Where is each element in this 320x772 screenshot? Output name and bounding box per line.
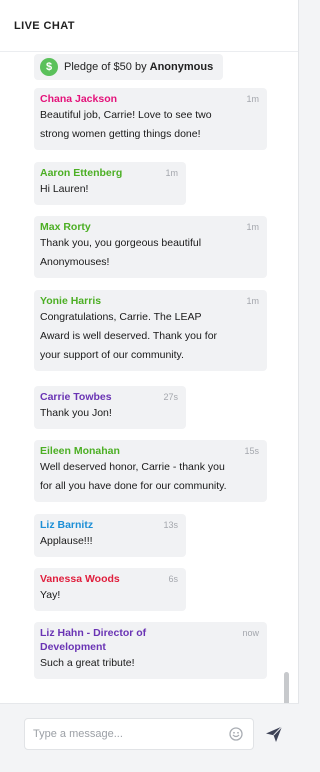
chat-message: Carrie Towbes 27s Thank you Jon! <box>34 386 186 429</box>
message-line: strong women getting things done! <box>40 128 201 140</box>
message-line: Yay! <box>40 589 61 601</box>
chat-message: Eileen Monahan 15s Well deserved honor, … <box>34 440 267 502</box>
message-line: Hi Lauren! <box>40 183 89 195</box>
message-line: for all you have done for our community. <box>40 480 227 492</box>
message-author: Eileen Monahan <box>40 445 120 457</box>
message-time: 15s <box>244 446 259 456</box>
message-author: Yonie Harris <box>40 295 102 307</box>
message-time: 6s <box>168 574 178 584</box>
message-line: Well deserved honor, Carrie - thank you <box>40 461 225 473</box>
message-author: Aaron Ettenberg <box>40 167 123 179</box>
message-input[interactable] <box>24 718 254 750</box>
chat-title: LIVE CHAT <box>14 19 75 32</box>
chat-message: Max Rorty 1m Thank you, you gorgeous bea… <box>34 216 267 278</box>
chat-message: Liz Barnitz 13s Applause!!! <box>34 514 186 557</box>
message-author: Vanessa Woods <box>40 573 120 585</box>
smiley-icon[interactable] <box>229 727 243 741</box>
message-line: Applause!!! <box>40 535 93 547</box>
message-time: 1m <box>165 168 178 178</box>
message-line: Congratulations, Carrie. The LEAP <box>40 311 202 323</box>
message-time: 27s <box>163 392 178 402</box>
message-composer <box>0 703 299 772</box>
message-author: Liz Hahn - Director of Development <box>40 627 147 653</box>
send-icon[interactable] <box>264 724 284 744</box>
chat-message: Vanessa Woods 6s Yay! <box>34 568 186 611</box>
message-line: Thank you, you gorgeous beautiful <box>40 237 202 249</box>
live-chat-panel: LIVE CHAT $ Pledge of $50 by Anonymous C… <box>0 0 299 772</box>
chat-message: Liz Hahn - Director of Development now S… <box>34 622 267 679</box>
message-author: Max Rorty <box>40 221 91 233</box>
scrollbar-thumb[interactable] <box>284 672 289 704</box>
pledge-prefix: Pledge of $50 by <box>64 61 150 73</box>
message-line: Beautiful job, Carrie! Love to see two <box>40 109 212 121</box>
message-line: Thank you Jon! <box>40 407 112 419</box>
message-time: 1m <box>246 94 259 104</box>
message-author: Chana Jackson <box>40 93 118 105</box>
message-line: Such a great tribute! <box>40 657 135 669</box>
chat-message: Yonie Harris 1m Congratulations, Carrie.… <box>34 290 267 371</box>
message-time: 1m <box>246 296 259 306</box>
message-time: now <box>242 628 259 638</box>
message-time: 1m <box>246 222 259 232</box>
message-line: your support of our community. <box>40 349 184 361</box>
message-line: Anonymouses! <box>40 256 110 268</box>
pledge-donor: Anonymous <box>149 61 214 73</box>
message-line: Award is well deserved. Thank you for <box>40 330 218 342</box>
dollar-icon: $ <box>40 58 58 76</box>
message-author: Carrie Towbes <box>40 391 112 403</box>
message-author: Liz Barnitz <box>40 519 94 531</box>
chat-message: Aaron Ettenberg 1m Hi Lauren! <box>34 162 186 205</box>
message-feed[interactable]: $ Pledge of $50 by Anonymous Chana Jacks… <box>0 52 299 704</box>
chat-message: Chana Jackson 1m Beautiful job, Carrie! … <box>34 88 267 150</box>
pledge-notice: $ Pledge of $50 by Anonymous <box>34 54 224 80</box>
message-time: 13s <box>163 520 178 530</box>
pledge-text: Pledge of $50 by Anonymous <box>64 61 213 73</box>
chat-header: LIVE CHAT <box>0 0 298 52</box>
